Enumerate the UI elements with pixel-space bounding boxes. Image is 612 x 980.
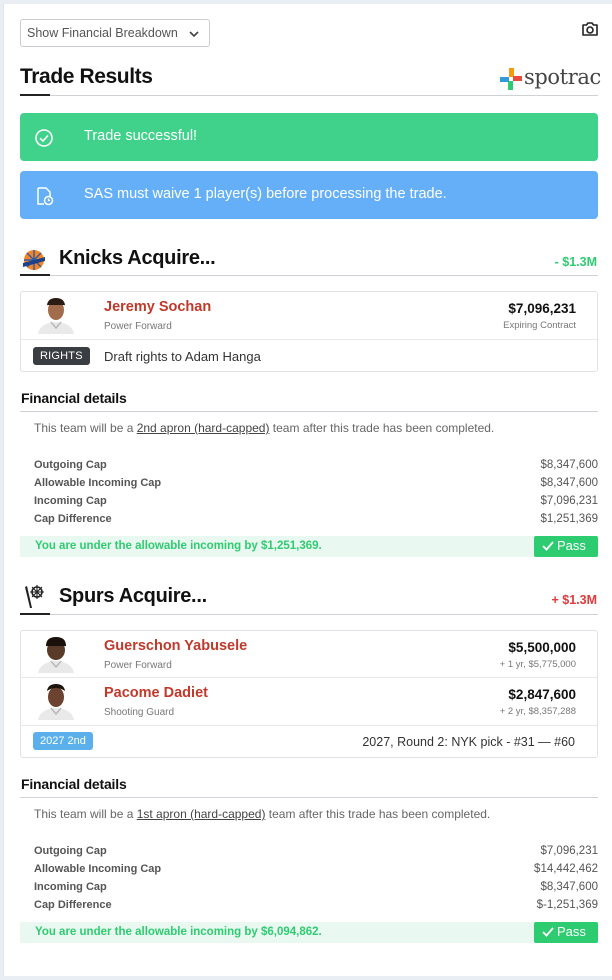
rights-badge: RIGHTS [33,347,90,365]
player-salary: $2,847,600 [508,687,576,702]
player-headshot-guerschon-yabusele [38,637,74,673]
spurs-result-text: You are under the allowable incoming by … [35,926,322,938]
trade-results-panel: Show Financial Breakdown Trade Results s… [3,4,612,976]
player-name[interactable]: Jeremy Sochan [104,299,211,315]
knicks-net-change: - $1.3M [554,255,597,269]
cap-row-value: $7,096,231 [540,845,598,857]
player-contract: + 2 yr, $8,357,288 [499,706,576,717]
pass-label: Pass [557,924,586,939]
spurs-acquire-title: Spurs Acquire... [59,585,207,607]
knicks-financial-divider [20,411,598,412]
spurs-financial-title: Financial details [21,776,127,792]
cap-row-value: $1,251,369 [540,513,598,525]
knicks-logo-icon [23,250,45,270]
cap-row-label: Cap Difference [34,513,112,525]
cap-row-label: Allowable Incoming Cap [34,863,162,875]
check-icon [542,541,554,551]
cap-row-value: $8,347,600 [540,459,598,471]
title-divider [50,95,598,96]
apron-note-prefix: This team will be a [34,807,137,821]
player-row[interactable]: Pacome Dadiet Shooting Guard $2,847,600 … [21,678,597,726]
player-name[interactable]: Pacome Dadiet [104,685,208,701]
knicks-divider [50,275,598,276]
cap-row-label: Outgoing Cap [34,459,107,471]
draft-pick-badge: 2027 2nd [33,732,93,750]
cap-row-label: Outgoing Cap [34,845,107,857]
spurs-logo-icon [25,585,44,608]
check-icon [542,927,554,937]
spurs-net-change: + $1.3M [551,593,597,607]
player-salary: $5,500,000 [508,640,576,655]
player-headshot-pacome-dadiet [38,684,74,720]
chevron-down-icon [189,31,199,38]
waive-alert: SAS must waive 1 player(s) before proces… [20,171,598,219]
knicks-cap-table: Outgoing Cap $8,347,600 Allowable Incomi… [4,459,612,531]
spurs-underline [20,613,50,615]
cap-row-label: Incoming Cap [34,495,107,507]
knicks-underline [20,274,50,276]
draft-rights-row: RIGHTS Draft rights to Adam Hanga [21,340,597,371]
spurs-financial-divider [20,797,598,798]
cap-row-value: $14,442,462 [534,863,598,875]
player-headshot-jeremy-sochan [38,298,74,334]
check-circle-icon [35,129,53,147]
player-contract: Expiring Contract [503,320,576,331]
spurs-assets-card: Guerschon Yabusele Power Forward $5,500,… [20,630,598,758]
knicks-financial-title: Financial details [21,390,127,406]
knicks-assets-card: Jeremy Sochan Power Forward $7,096,231 E… [20,291,598,372]
pass-label: Pass [557,538,586,553]
knicks-apron-note: This team will be a 2nd apron (hard-capp… [34,421,494,435]
waive-alert-text: SAS must waive 1 player(s) before proces… [84,186,447,202]
knicks-result-text: You are under the allowable incoming by … [35,540,322,552]
player-contract: + 1 yr, $5,775,000 [499,659,576,670]
apron-note-suffix: team after this trade has been completed… [269,421,495,435]
apron-note-prefix: This team will be a [34,421,137,435]
pass-badge: Pass [534,922,598,943]
knicks-acquire-title: Knicks Acquire... [59,247,216,269]
player-name[interactable]: Guerschon Yabusele [104,638,247,654]
spotrac-logo-mark-icon [500,68,522,90]
spotrac-logo-text: spotrac [524,65,601,89]
player-row[interactable]: Guerschon Yabusele Power Forward $5,500,… [21,631,597,678]
player-position: Shooting Guard [104,707,175,718]
apron-link[interactable]: 1st apron (hard-capped) [137,807,266,821]
cap-row-value: $8,347,600 [540,477,598,489]
spurs-cap-table: Outgoing Cap $7,096,231 Allowable Incomi… [4,845,612,917]
financial-breakdown-select[interactable]: Show Financial Breakdown [20,19,210,47]
player-position: Power Forward [104,660,172,671]
spurs-result-bar: You are under the allowable incoming by … [20,922,598,943]
player-position: Power Forward [104,321,172,332]
knicks-result-bar: You are under the allowable incoming by … [20,536,598,557]
title-underline [20,94,50,96]
apron-link[interactable]: 2nd apron (hard-capped) [137,421,270,435]
spurs-divider [50,614,598,615]
draft-pick-text: 2027, Round 2: NYK pick - #31 — #60 [362,735,575,749]
player-row[interactable]: Jeremy Sochan Power Forward $7,096,231 E… [21,292,597,340]
document-clock-icon [37,187,54,206]
cap-row-label: Cap Difference [34,899,112,911]
player-salary: $7,096,231 [508,301,576,316]
cap-row-value: $8,347,600 [540,881,598,893]
success-alert: Trade successful! [20,113,598,161]
select-value: Show Financial Breakdown [27,26,178,40]
cap-row-value: $-1,251,369 [536,899,598,911]
camera-icon[interactable] [581,21,599,37]
spurs-apron-note: This team will be a 1st apron (hard-capp… [34,807,490,821]
cap-row-label: Incoming Cap [34,881,107,893]
draft-rights-text: Draft rights to Adam Hanga [104,349,261,364]
draft-pick-row: 2027 2nd 2027, Round 2: NYK pick - #31 —… [21,726,597,757]
page-title: Trade Results [20,65,153,88]
cap-row-label: Allowable Incoming Cap [34,477,162,489]
success-alert-text: Trade successful! [84,128,198,144]
cap-row-value: $7,096,231 [540,495,598,507]
apron-note-suffix: team after this trade has been completed… [265,807,491,821]
pass-badge: Pass [534,536,598,557]
